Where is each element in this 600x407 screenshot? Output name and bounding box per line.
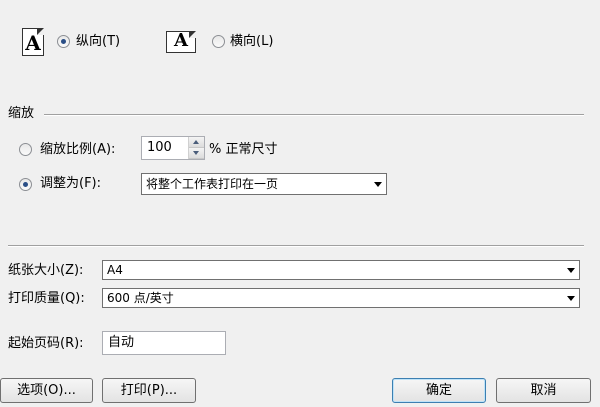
fit-value: 将整个工作表打印在一页: [146, 177, 279, 191]
scale-radio[interactable]: [19, 143, 32, 156]
portrait-page-icon: A: [22, 28, 44, 56]
chevron-down-icon: [567, 268, 575, 273]
ok-button[interactable]: 确定: [392, 378, 486, 403]
options-button[interactable]: 选项(O)...: [0, 378, 93, 403]
first-page-label: 起始页码(R):: [8, 336, 84, 351]
landscape-page-icon: A: [166, 31, 196, 53]
fit-radio[interactable]: [19, 178, 32, 191]
spin-up-icon[interactable]: [189, 137, 204, 148]
landscape-label[interactable]: 横向(L): [230, 34, 273, 50]
scaling-divider: [44, 114, 584, 116]
scaling-section-title: 缩放: [8, 106, 35, 121]
paper-size-value: A4: [107, 263, 123, 277]
portrait-radio[interactable]: [57, 35, 70, 48]
first-page-input[interactable]: 自动: [102, 331, 226, 355]
paper-divider: [8, 245, 584, 247]
chevron-down-icon: [374, 182, 382, 187]
print-quality-value: 600 点/英寸: [107, 291, 174, 305]
fit-label[interactable]: 调整为(F):: [40, 176, 101, 192]
paper-size-dropdown[interactable]: A4: [102, 260, 580, 280]
print-quality-label: 打印质量(Q):: [8, 291, 85, 306]
scale-suffix: % 正常尺寸: [209, 142, 278, 157]
scale-label[interactable]: 缩放比例(A):: [40, 142, 115, 158]
portrait-label[interactable]: 纵向(T): [76, 34, 120, 50]
spin-down-icon[interactable]: [189, 148, 204, 159]
scale-input[interactable]: 100: [141, 136, 205, 160]
first-page-value: 自动: [108, 335, 135, 350]
chevron-down-icon: [567, 296, 575, 301]
landscape-radio[interactable]: [212, 35, 225, 48]
fit-dropdown[interactable]: 将整个工作表打印在一页: [141, 173, 387, 195]
paper-size-label: 纸张大小(Z):: [8, 263, 84, 278]
cancel-button[interactable]: 取消: [496, 378, 591, 403]
scale-spinner[interactable]: [188, 137, 204, 159]
print-button[interactable]: 打印(P)...: [102, 378, 196, 403]
scale-value: 100: [147, 140, 172, 155]
print-quality-dropdown[interactable]: 600 点/英寸: [102, 288, 580, 308]
